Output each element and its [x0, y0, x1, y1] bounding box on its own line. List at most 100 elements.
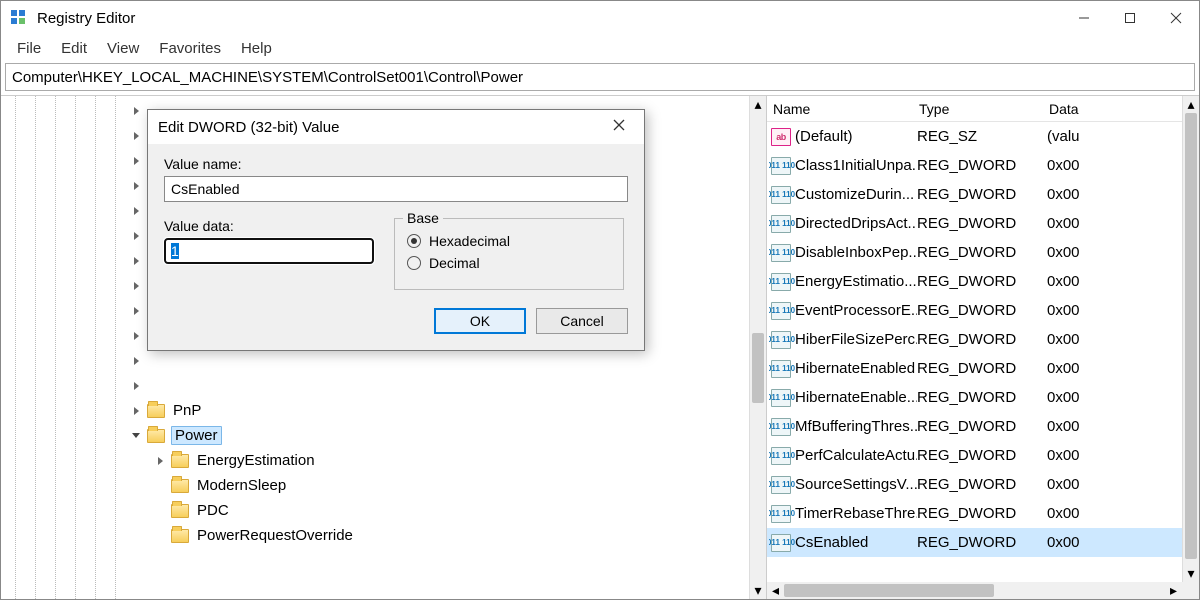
cell-data: 0x00: [1047, 447, 1199, 464]
list-row[interactable]: 011 110DisableInboxPep...REG_DWORD0x00: [767, 238, 1199, 267]
tree-label: ModernSleep: [195, 477, 288, 494]
list-header: Name Type Data: [767, 96, 1199, 122]
tree-item[interactable]: [1, 348, 766, 373]
button-label: OK: [470, 313, 490, 329]
column-name[interactable]: Name: [771, 101, 919, 117]
column-type[interactable]: Type: [919, 101, 1049, 117]
folder-icon: [147, 404, 165, 418]
list-row[interactable]: 011 110DirectedDripsAct...REG_DWORD0x00: [767, 209, 1199, 238]
cell-name: 011 110MfBufferingThres...: [769, 418, 917, 436]
tree-label: PnP: [171, 402, 203, 419]
scroll-up-icon[interactable]: ▴: [1183, 96, 1199, 113]
menu-file[interactable]: File: [9, 38, 49, 59]
close-icon[interactable]: [604, 118, 634, 136]
binary-value-icon: 011 110: [771, 476, 791, 494]
base-legend: Base: [403, 210, 443, 226]
cell-data: 0x00: [1047, 244, 1199, 261]
list-row[interactable]: 011 110HibernateEnabledREG_DWORD0x00: [767, 354, 1199, 383]
chevron-right-icon: [153, 454, 167, 468]
cell-data: 0x00: [1047, 476, 1199, 493]
tree-label: PowerRequestOverride: [195, 527, 355, 544]
tree-item-pnp[interactable]: PnP: [1, 398, 766, 423]
tree-item-powerrequestoverride[interactable]: PowerRequestOverride: [1, 523, 766, 548]
cell-name: 011 110EventProcessorE...: [769, 302, 917, 320]
minimize-button[interactable]: [1061, 1, 1107, 35]
value-data-input[interactable]: [164, 238, 374, 264]
tree-item-power[interactable]: Power: [1, 423, 766, 448]
binary-value-icon: 011 110: [771, 447, 791, 465]
tree-item-energy[interactable]: EnergyEstimation: [1, 448, 766, 473]
address-bar[interactable]: Computer\HKEY_LOCAL_MACHINE\SYSTEM\Contr…: [5, 63, 1195, 91]
binary-value-icon: 011 110: [771, 360, 791, 378]
tree-item-pdc[interactable]: PDC: [1, 498, 766, 523]
cell-name: 011 110HiberFileSizePerc...: [769, 331, 917, 349]
cancel-button[interactable]: Cancel: [536, 308, 628, 334]
values-pane: Name Type Data ab(Default)REG_SZ(valu011…: [767, 96, 1199, 599]
menu-favorites[interactable]: Favorites: [151, 38, 229, 59]
folder-icon: [171, 504, 189, 518]
cell-data: 0x00: [1047, 534, 1199, 551]
radio-icon: [407, 234, 421, 248]
scroll-left-icon[interactable]: ◂: [767, 582, 784, 599]
menu-help[interactable]: Help: [233, 38, 280, 59]
cell-type: REG_DWORD: [917, 302, 1047, 319]
binary-value-icon: 011 110: [771, 505, 791, 523]
ok-button[interactable]: OK: [434, 308, 526, 334]
cell-name: 011 110CustomizeDurin...: [769, 186, 917, 204]
binary-value-icon: 011 110: [771, 418, 791, 436]
scroll-up-icon[interactable]: ▴: [750, 96, 766, 113]
list-vscrollbar[interactable]: ▴ ▾: [1182, 96, 1199, 582]
cell-name: ab(Default): [769, 128, 917, 146]
radio-hexadecimal[interactable]: Hexadecimal: [407, 233, 611, 249]
menu-edit[interactable]: Edit: [53, 38, 95, 59]
cell-data: 0x00: [1047, 302, 1199, 319]
tree-scrollbar[interactable]: ▴ ▾: [749, 96, 766, 599]
list-row[interactable]: 011 110EventProcessorE...REG_DWORD0x00: [767, 296, 1199, 325]
menu-view[interactable]: View: [99, 38, 147, 59]
list-row[interactable]: 011 110Class1InitialUnpa...REG_DWORD0x00: [767, 151, 1199, 180]
maximize-button[interactable]: [1107, 1, 1153, 35]
cell-type: REG_DWORD: [917, 244, 1047, 261]
cell-data: 0x00: [1047, 505, 1199, 522]
scroll-corner: [1182, 582, 1199, 599]
list-row[interactable]: 011 110MfBufferingThres...REG_DWORD0x00: [767, 412, 1199, 441]
list-row[interactable]: 011 110CustomizeDurin...REG_DWORD0x00: [767, 180, 1199, 209]
scroll-right-icon[interactable]: ▸: [1165, 582, 1182, 599]
regedit-icon: [9, 8, 29, 28]
list-row[interactable]: 011 110HiberFileSizePerc...REG_DWORD0x00: [767, 325, 1199, 354]
value-name-input[interactable]: [164, 176, 628, 202]
cell-type: REG_DWORD: [917, 534, 1047, 551]
close-button[interactable]: [1153, 1, 1199, 35]
folder-icon: [147, 429, 165, 443]
scroll-thumb[interactable]: [752, 333, 764, 403]
chevron-right-icon: [129, 229, 143, 243]
cell-type: REG_DWORD: [917, 215, 1047, 232]
value-data-label: Value data:: [164, 218, 374, 234]
radio-decimal[interactable]: Decimal: [407, 255, 611, 271]
scroll-down-icon[interactable]: ▾: [1183, 565, 1199, 582]
list-row[interactable]: 011 110CsEnabledREG_DWORD0x00: [767, 528, 1199, 557]
column-data[interactable]: Data: [1049, 101, 1199, 117]
scroll-thumb[interactable]: [1185, 113, 1197, 559]
scroll-down-icon[interactable]: ▾: [750, 582, 766, 599]
list-row[interactable]: 011 110EnergyEstimatio...REG_DWORD0x00: [767, 267, 1199, 296]
cell-type: REG_DWORD: [917, 505, 1047, 522]
list-hscrollbar[interactable]: ◂ ▸: [767, 582, 1182, 599]
list-row[interactable]: 011 110TimerRebaseThre...REG_DWORD0x00: [767, 499, 1199, 528]
window-title: Registry Editor: [37, 10, 135, 27]
cell-data: 0x00: [1047, 157, 1199, 174]
folder-icon: [171, 454, 189, 468]
chevron-right-icon: [129, 404, 143, 418]
list-row[interactable]: 011 110PerfCalculateActu...REG_DWORD0x00: [767, 441, 1199, 470]
cell-data: 0x00: [1047, 418, 1199, 435]
list-row[interactable]: 011 110SourceSettingsV...REG_DWORD0x00: [767, 470, 1199, 499]
dialog-titlebar[interactable]: Edit DWORD (32-bit) Value: [148, 110, 644, 144]
edit-dword-dialog: Edit DWORD (32-bit) Value Value name: Va…: [147, 109, 645, 351]
binary-value-icon: 011 110: [771, 389, 791, 407]
chevron-right-icon: [129, 379, 143, 393]
tree-item-modernsleep[interactable]: ModernSleep: [1, 473, 766, 498]
list-row[interactable]: ab(Default)REG_SZ(valu: [767, 122, 1199, 151]
scroll-thumb[interactable]: [784, 584, 994, 597]
tree-item[interactable]: [1, 373, 766, 398]
list-row[interactable]: 011 110HibernateEnable...REG_DWORD0x00: [767, 383, 1199, 412]
